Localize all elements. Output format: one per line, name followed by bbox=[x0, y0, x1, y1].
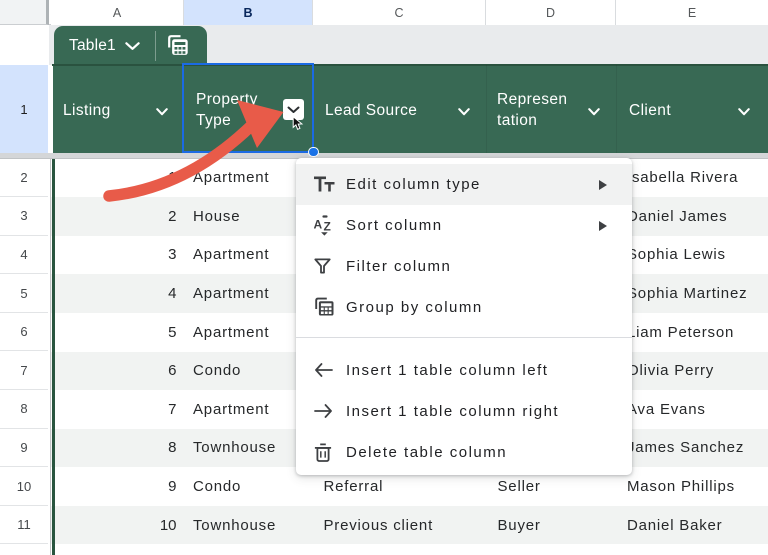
svg-text:A: A bbox=[314, 218, 324, 232]
svg-text:Z: Z bbox=[324, 220, 333, 234]
